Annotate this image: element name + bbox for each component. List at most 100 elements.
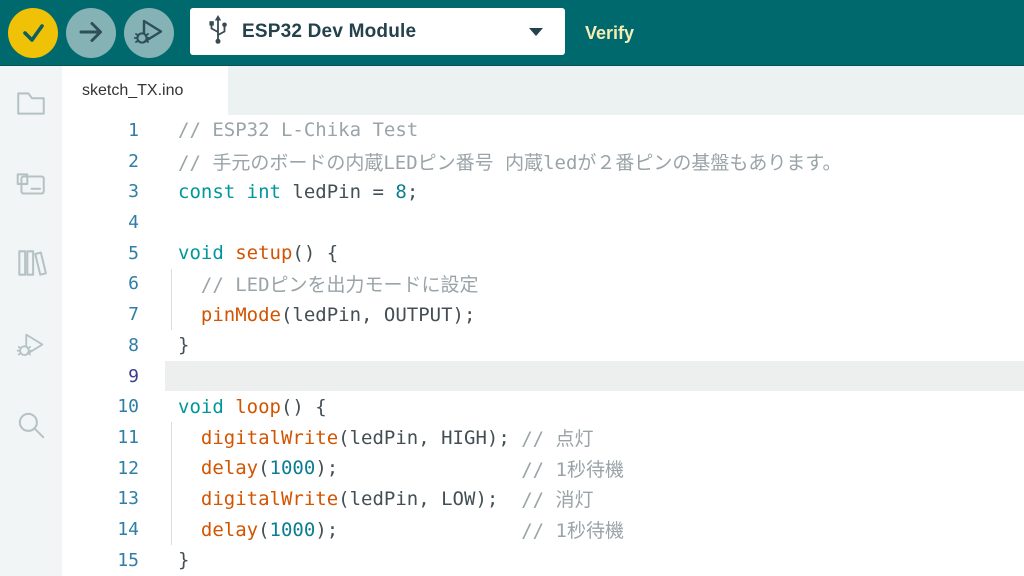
code-line-12[interactable]: 12 delay(1000); // 1秒待機 xyxy=(62,452,1024,484)
board-selector-dropdown[interactable]: ESP32 Dev Module xyxy=(190,8,565,55)
line-number[interactable]: 6 xyxy=(62,273,139,294)
code-text: // ESP32 L-Chika Test xyxy=(178,115,418,146)
code-line-11[interactable]: 11 digitalWrite (ledPin, HIGH); // 点灯 xyxy=(62,422,1024,453)
code-line-10[interactable]: 10 void loop() { xyxy=(62,391,1024,422)
token-cm: // 消灯 xyxy=(521,489,594,512)
code-line-6[interactable]: 6 // LEDピンを出力モードに設定 xyxy=(62,268,1024,300)
token-pl: ); xyxy=(315,518,522,541)
line-number[interactable]: 14 xyxy=(62,519,139,540)
token-fn: loop xyxy=(235,395,281,418)
token-kw: int xyxy=(246,180,281,203)
line-number[interactable]: 13 xyxy=(62,488,139,509)
activity-sidebar xyxy=(0,66,62,576)
verify-action-label: Verify xyxy=(585,22,635,43)
token-pl: } xyxy=(178,334,190,357)
token-pl: (ledPin, HIGH); xyxy=(338,426,522,449)
line-number[interactable]: 3 xyxy=(62,181,139,202)
line-number[interactable]: 4 xyxy=(62,212,139,233)
code-line-2[interactable]: 2 // 手元のボードの内蔵LEDピン番号 内蔵ledが２番ピンの基盤もあります。 xyxy=(62,146,1024,177)
usb-icon xyxy=(207,13,229,50)
indent-guide xyxy=(171,452,172,484)
code-line-4[interactable]: 4 xyxy=(62,207,1024,238)
token-pl: ( xyxy=(258,518,270,541)
token-pl: ledPin = xyxy=(280,180,396,203)
indent-guide xyxy=(171,268,172,300)
code-line-15[interactable]: 15} xyxy=(62,545,1024,576)
token-kw: const xyxy=(178,180,236,203)
token-pl: ); xyxy=(315,457,522,480)
token-cm: // 点灯 xyxy=(521,428,594,451)
code-text: // 手元のボードの内蔵LEDピン番号 内蔵ledが２番ピンの基盤もあります。 xyxy=(178,146,842,177)
token-fn: setup xyxy=(235,242,293,265)
code-line-3[interactable]: 3 const int ledPin = 8; xyxy=(62,176,1024,207)
debug-play-bug-icon xyxy=(131,14,167,53)
code-line-7[interactable]: 7 pinMode (ledPin, OUTPUT); xyxy=(62,299,1024,331)
toolbar: ESP32 Dev Module Verify xyxy=(0,0,1024,66)
token-cm: // 1秒待機 xyxy=(521,520,624,543)
token-pl: () { xyxy=(280,395,327,418)
line-number[interactable]: 9 xyxy=(62,366,139,387)
sidebar-item-library-manager[interactable] xyxy=(14,246,48,280)
code-text: } xyxy=(178,330,189,361)
verify-button[interactable] xyxy=(8,8,58,58)
line-number[interactable]: 8 xyxy=(62,335,139,356)
code-text: // LEDピンを出力モードに設定 xyxy=(178,269,479,300)
token-kw: void xyxy=(178,395,224,418)
code-text: digitalWrite (ledPin, LOW); // 消灯 xyxy=(178,484,594,515)
code-line-1[interactable]: 1 // ESP32 L-Chika Test xyxy=(62,115,1024,146)
arduino-ide-window: ESP32 Dev Module Verify sketch_TX.ino 1 … xyxy=(0,0,1024,576)
upload-button[interactable] xyxy=(66,8,116,58)
boards-manager-icon xyxy=(14,173,48,205)
token-pl: (ledPin, LOW); xyxy=(338,487,522,510)
sidebar-item-boards-manager[interactable] xyxy=(14,168,48,202)
code-text: void loop() { xyxy=(178,391,327,422)
token-cm: // ESP32 L-Chika Test xyxy=(178,119,419,142)
token-kw: void xyxy=(178,242,224,265)
code-line-13[interactable]: 13 digitalWrite (ledPin, LOW); // 消灯 xyxy=(62,483,1024,515)
token-nm: 8 xyxy=(395,180,407,203)
check-icon xyxy=(16,15,50,52)
token-pl: } xyxy=(178,549,190,572)
code-editor[interactable]: 1 // ESP32 L-Chika Test 2 // 手元のボードの内蔵LEDピン… xyxy=(62,115,1024,576)
line-number[interactable]: 10 xyxy=(62,396,139,417)
debug-icon xyxy=(14,333,48,365)
tab-bar: sketch_TX.ino xyxy=(62,66,1024,115)
line-number[interactable]: 11 xyxy=(62,427,139,448)
indent-guide xyxy=(171,299,172,331)
folder-icon xyxy=(14,92,48,123)
token-pl: ( xyxy=(258,457,270,480)
board-selector-value: ESP32 Dev Module xyxy=(242,20,417,42)
code-text: const int ledPin = 8; xyxy=(178,176,418,207)
code-text: delay(1000); // 1秒待機 xyxy=(178,453,624,484)
line-number[interactable]: 15 xyxy=(62,550,139,571)
token-cm: // 手元のボードの内蔵LEDピン番号 内蔵ledが２番ピンの基盤もあります。 xyxy=(178,151,842,174)
token-pl: (ledPin, OUTPUT); xyxy=(280,303,476,326)
line-number[interactable]: 1 xyxy=(62,120,139,141)
code-line-14[interactable]: 14 delay(1000); // 1秒待機 xyxy=(62,514,1024,546)
search-icon xyxy=(14,412,48,445)
sidebar-item-sketchbook[interactable] xyxy=(14,86,48,120)
line-number[interactable]: 7 xyxy=(62,304,139,325)
tab-label: sketch_TX.ino xyxy=(82,81,184,99)
line-number[interactable]: 2 xyxy=(62,151,139,172)
sidebar-item-debug[interactable] xyxy=(14,328,48,362)
line-number[interactable]: 5 xyxy=(62,243,139,264)
line-number[interactable]: 12 xyxy=(62,458,139,479)
code-text: digitalWrite (ledPin, HIGH); // 点灯 xyxy=(178,422,594,453)
code-line-5[interactable]: 5 void setup() { xyxy=(62,238,1024,269)
token-fn: delay xyxy=(200,518,259,541)
code-line-8[interactable]: 8} xyxy=(62,330,1024,361)
token-pl: ; xyxy=(406,180,419,203)
code-text: pinMode (ledPin, OUTPUT); xyxy=(178,299,476,330)
tab-sketch-tx-ino[interactable]: sketch_TX.ino xyxy=(62,66,228,115)
debug-button[interactable] xyxy=(124,8,174,58)
sidebar-item-search[interactable] xyxy=(14,408,48,442)
code-line-9[interactable]: 9 xyxy=(62,360,1024,392)
